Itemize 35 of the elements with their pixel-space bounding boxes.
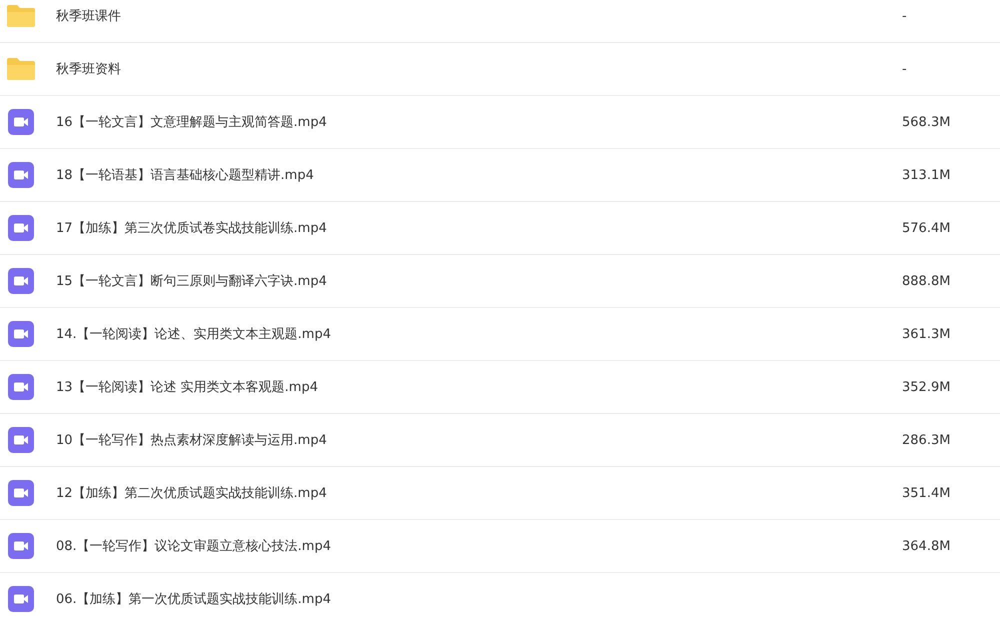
folder-icon [6, 57, 36, 81]
video-icon [8, 162, 34, 188]
file-name[interactable]: 14.【一轮阅读】论述、实用类文本主观题.mp4 [56, 325, 902, 343]
file-name[interactable]: 16【一轮文言】文意理解题与主观简答题.mp4 [56, 113, 902, 131]
folder-icon [6, 4, 36, 28]
file-name[interactable]: 13【一轮阅读】论述 实用类文本客观题.mp4 [56, 378, 902, 396]
video-icon [8, 533, 34, 559]
video-icon [8, 215, 34, 241]
video-icon [8, 109, 34, 135]
file-name[interactable]: 08.【一轮写作】议论文审题立意核心技法.mp4 [56, 537, 902, 555]
file-name[interactable]: 15【一轮文言】断句三原则与翻译六字诀.mp4 [56, 272, 902, 290]
file-size: 351.4M [902, 486, 952, 500]
file-size: 361.3M [902, 326, 952, 342]
file-size: 888.8M [902, 274, 952, 288]
file-size: 286.3M [902, 432, 952, 448]
file-size: 576.4M [902, 220, 952, 236]
file-name[interactable]: 06.【加练】第一次优质试题实战技能训练.mp4 [56, 590, 1000, 608]
file-name[interactable]: 18【一轮语基】语言基础核心题型精讲.mp4 [56, 166, 902, 184]
file-size: 352.9M [902, 380, 952, 394]
video-icon [8, 586, 34, 612]
file-size: - [902, 8, 908, 24]
video-icon [8, 427, 34, 453]
file-name[interactable]: 10【一轮写作】热点素材深度解读与运用.mp4 [56, 431, 902, 449]
file-name[interactable]: 秋季班课件 [56, 7, 902, 25]
file-size: - [902, 62, 908, 76]
file-name[interactable]: 秋季班资料 [56, 60, 902, 78]
video-icon [8, 374, 34, 400]
file-size: 313.1M [902, 168, 952, 182]
video-icon [8, 268, 34, 294]
file-name[interactable]: 12【加练】第二次优质试题实战技能训练.mp4 [56, 484, 902, 502]
file-name[interactable]: 17【加练】第三次优质试卷实战技能训练.mp4 [56, 219, 902, 237]
file-size: 364.8M [902, 538, 952, 554]
file-size: 568.3M [902, 114, 952, 130]
video-icon [8, 480, 34, 506]
video-icon [8, 321, 34, 347]
